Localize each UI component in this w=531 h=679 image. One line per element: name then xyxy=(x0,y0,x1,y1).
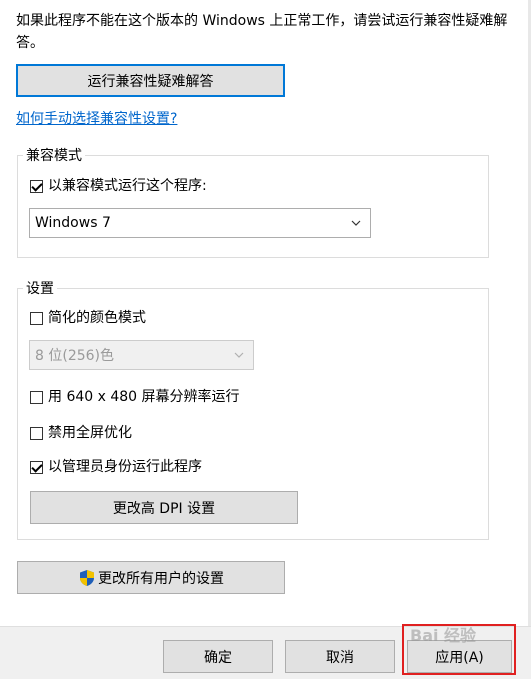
os-version-select[interactable]: Windows 7 xyxy=(29,208,371,238)
compat-mode-group xyxy=(17,155,489,258)
fullscreen-opt-label: 禁用全屏优化 xyxy=(48,425,132,441)
chevron-down-icon xyxy=(351,220,361,226)
fullscreen-opt-checkbox[interactable] xyxy=(30,426,43,440)
compat-mode-label: 以兼容模式运行这个程序: xyxy=(48,178,207,194)
settings-title: 设置 xyxy=(23,280,57,298)
compat-mode-row[interactable]: 以兼容模式运行这个程序: xyxy=(30,177,207,195)
os-version-value: Windows 7 xyxy=(35,215,111,231)
uac-shield-icon xyxy=(80,569,94,586)
compatibility-properties-page: 如果此程序不能在这个版本的 Windows 上正常工作，请尝试运行兼容性疑难解答… xyxy=(0,0,531,679)
reduced-color-row[interactable]: 简化的颜色模式 xyxy=(30,309,146,327)
resolution-label: 用 640 x 480 屏幕分辨率运行 xyxy=(48,389,240,405)
chevron-down-icon xyxy=(234,352,244,358)
run-admin-checkbox[interactable] xyxy=(30,460,43,474)
run-admin-row[interactable]: 以管理员身份运行此程序 xyxy=(30,458,202,476)
color-mode-select: 8 位(256)色 xyxy=(29,340,254,370)
change-dpi-button[interactable]: 更改高 DPI 设置 xyxy=(30,491,298,524)
fullscreen-opt-row[interactable]: 禁用全屏优化 xyxy=(30,424,132,442)
run-admin-label: 以管理员身份运行此程序 xyxy=(48,459,202,475)
reduced-color-checkbox[interactable] xyxy=(30,311,43,325)
apply-button[interactable]: 应用(A) xyxy=(407,640,512,673)
reduced-color-label: 简化的颜色模式 xyxy=(48,310,146,326)
manual-settings-link[interactable]: 如何手动选择兼容性设置? xyxy=(16,108,177,128)
change-all-users-label: 更改所有用户的设置 xyxy=(98,570,224,587)
compat-mode-title: 兼容模式 xyxy=(23,147,85,165)
compat-mode-checkbox[interactable] xyxy=(30,179,43,193)
color-mode-value: 8 位(256)色 xyxy=(35,348,115,364)
ok-button[interactable]: 确定 xyxy=(163,640,273,673)
resolution-checkbox[interactable] xyxy=(30,390,43,404)
intro-text: 如果此程序不能在这个版本的 Windows 上正常工作，请尝试运行兼容性疑难解答… xyxy=(16,13,508,51)
change-all-users-button[interactable]: 更改所有用户的设置 xyxy=(17,561,285,594)
run-troubleshooter-button[interactable]: 运行兼容性疑难解答 xyxy=(16,64,285,97)
cancel-button[interactable]: 取消 xyxy=(285,640,395,673)
resolution-row[interactable]: 用 640 x 480 屏幕分辨率运行 xyxy=(30,388,240,406)
